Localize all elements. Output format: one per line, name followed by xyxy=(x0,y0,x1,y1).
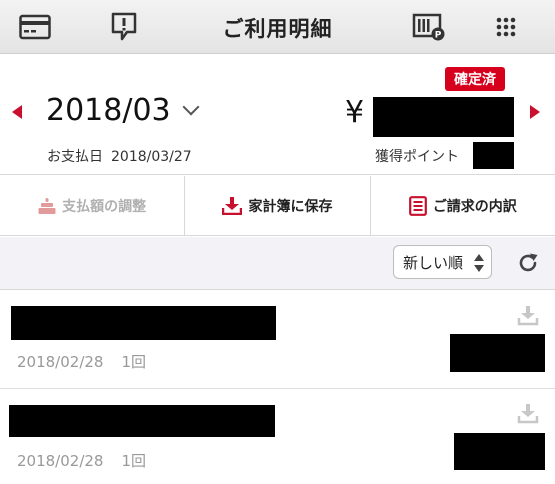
download-icon[interactable] xyxy=(517,402,539,424)
app-header: ご利用明細 P xyxy=(0,0,555,54)
transaction-count: 1回 xyxy=(121,353,147,371)
month-label: 2018/03 xyxy=(46,93,171,128)
next-month-arrow-icon[interactable] xyxy=(530,105,540,119)
transaction-date: 2018/02/28 xyxy=(17,353,104,371)
amount-currency: ¥ xyxy=(345,95,365,130)
adjust-payment-button[interactable]: 支払額の調整 xyxy=(0,176,186,235)
statement-summary: 2018/03 お支払日 2018/03/27 確定済 ¥ 獲得ポイント xyxy=(0,55,555,175)
transaction-date: 2018/02/28 xyxy=(17,452,104,470)
document-list-icon xyxy=(408,195,427,216)
merchant-name-redacted xyxy=(9,405,275,437)
save-to-budget-button[interactable]: 家計簿に保存 xyxy=(185,176,371,235)
download-icon xyxy=(222,196,243,215)
month-selector[interactable]: 2018/03 xyxy=(46,93,200,128)
transaction-amount-redacted xyxy=(454,433,545,470)
barcode-pay-icon[interactable]: P xyxy=(411,9,447,45)
action-bar: 支払額の調整 家計簿に保存 ご請求の内訳 xyxy=(0,176,555,236)
page-title: ご利用明細 xyxy=(222,17,333,41)
transaction-row[interactable]: 2018/02/28 1回 xyxy=(0,390,555,484)
grid-menu-icon[interactable] xyxy=(488,9,524,45)
sort-bar: 新しい順 xyxy=(0,237,555,290)
cake-icon xyxy=(38,197,56,214)
transaction-meta: 2018/02/28 1回 xyxy=(17,351,146,372)
points-label: 獲得ポイント xyxy=(375,149,459,165)
sort-order-value: 新しい順 xyxy=(403,253,464,272)
pay-date-label: お支払日 xyxy=(47,149,103,165)
points-redacted xyxy=(473,142,514,169)
prev-month-arrow-icon[interactable] xyxy=(12,105,22,119)
status-badge: 確定済 xyxy=(445,67,505,91)
pay-date-value: 2018/03/27 xyxy=(111,149,192,165)
download-icon[interactable] xyxy=(517,304,539,326)
sort-order-select[interactable]: 新しい順 xyxy=(393,245,492,279)
refresh-icon[interactable] xyxy=(514,249,542,277)
merchant-name-redacted xyxy=(11,306,276,340)
adjust-payment-label: 支払額の調整 xyxy=(62,198,147,215)
pay-date: お支払日 2018/03/27 xyxy=(47,146,192,166)
svg-text:P: P xyxy=(435,31,442,41)
billing-breakdown-button[interactable]: ご請求の内訳 xyxy=(371,176,555,235)
transaction-meta: 2018/02/28 1回 xyxy=(17,450,146,471)
amount-redacted xyxy=(373,97,514,137)
transaction-amount-redacted xyxy=(450,334,545,372)
transaction-row[interactable]: 2018/02/28 1回 xyxy=(0,291,555,389)
chevron-down-icon xyxy=(182,98,200,115)
billing-breakdown-label: ご請求の内訳 xyxy=(432,198,517,215)
sort-arrows-icon xyxy=(473,254,485,272)
save-to-budget-label: 家計簿に保存 xyxy=(248,198,333,215)
transaction-count: 1回 xyxy=(121,452,147,470)
